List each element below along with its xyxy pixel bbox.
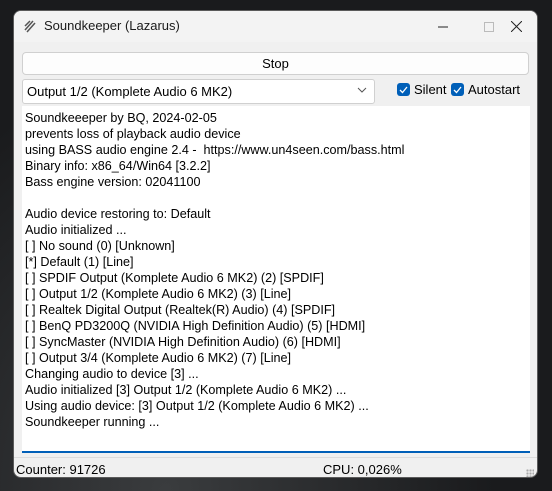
status-bar: Counter: 91726 CPU: 0,026% xyxy=(14,457,537,477)
silent-checkbox[interactable]: Silent xyxy=(397,82,447,97)
log-line: Binary info: x86_64/Win64 [3.2.2] xyxy=(25,159,211,173)
close-icon xyxy=(510,21,522,32)
silent-label: Silent xyxy=(414,82,447,97)
log-line: [ ] No sound (0) [Unknown] xyxy=(25,239,175,253)
device-select[interactable]: Output 1/2 (Komplete Audio 6 MK2) xyxy=(22,79,375,104)
log-line: [ ] Output 3/4 (Komplete Audio 6 MK2) (7… xyxy=(25,351,292,365)
log-line: Using audio device: [3] Output 1/2 (Komp… xyxy=(25,399,369,413)
autostart-label: Autostart xyxy=(468,82,521,97)
log-line: prevents loss of playback audio device xyxy=(25,127,241,141)
log-line: Bass engine version: 02041100 xyxy=(25,175,201,189)
log-line: Soundkeeeper by BQ, 2024-02-05 xyxy=(25,111,217,125)
log-line: using BASS audio engine 2.4 - https://ww… xyxy=(25,143,405,157)
counter-text: Counter: 91726 xyxy=(16,462,106,477)
log-line: Audio device restoring to: Default xyxy=(25,207,211,221)
app-window: Soundkeeper (Lazarus) Stop Output 1/2 (K… xyxy=(13,10,538,478)
log-line: [ ] SPDIF Output (Komplete Audio 6 MK2) … xyxy=(25,271,324,285)
minimize-icon xyxy=(438,26,448,27)
autostart-checkbox[interactable]: Autostart xyxy=(451,82,520,97)
stop-button[interactable]: Stop xyxy=(22,52,529,75)
log-line: Changing audio to device [3] ... xyxy=(25,367,199,381)
app-icon xyxy=(24,20,36,33)
window-title: Soundkeeper (Lazarus) xyxy=(44,18,180,33)
resize-grip[interactable] xyxy=(526,469,534,477)
log-line: [ ] SyncMaster (NVIDIA High Definition A… xyxy=(25,335,341,349)
minimize-button[interactable] xyxy=(420,11,466,42)
chevron-down-icon xyxy=(357,87,367,93)
title-bar[interactable]: Soundkeeper (Lazarus) xyxy=(14,11,537,42)
device-select-value: Output 1/2 (Komplete Audio 6 MK2) xyxy=(27,84,233,99)
log-line: [ ] BenQ PD3200Q (NVIDIA High Definition… xyxy=(25,319,366,333)
log-line: Audio initialized ... xyxy=(25,223,127,237)
log-memo[interactable]: Soundkeeeper by BQ, 2024-02-05 prevents l… xyxy=(22,106,530,453)
log-line: [*] Default (1) [Line] xyxy=(25,255,134,269)
log-line: Audio initialized [3] Output 1/2 (Komple… xyxy=(25,383,347,397)
log-line: [ ] Output 1/2 (Komplete Audio 6 MK2) (3… xyxy=(25,287,292,301)
checkbox-checked-icon xyxy=(451,83,464,96)
cpu-text: CPU: 0,026% xyxy=(323,462,402,477)
checkbox-checked-icon xyxy=(397,83,410,96)
log-line: [ ] Realtek Digital Output (Realtek(R) A… xyxy=(25,303,336,317)
log-line: Soundkeeper running ... xyxy=(25,415,160,429)
close-button[interactable] xyxy=(493,11,537,42)
